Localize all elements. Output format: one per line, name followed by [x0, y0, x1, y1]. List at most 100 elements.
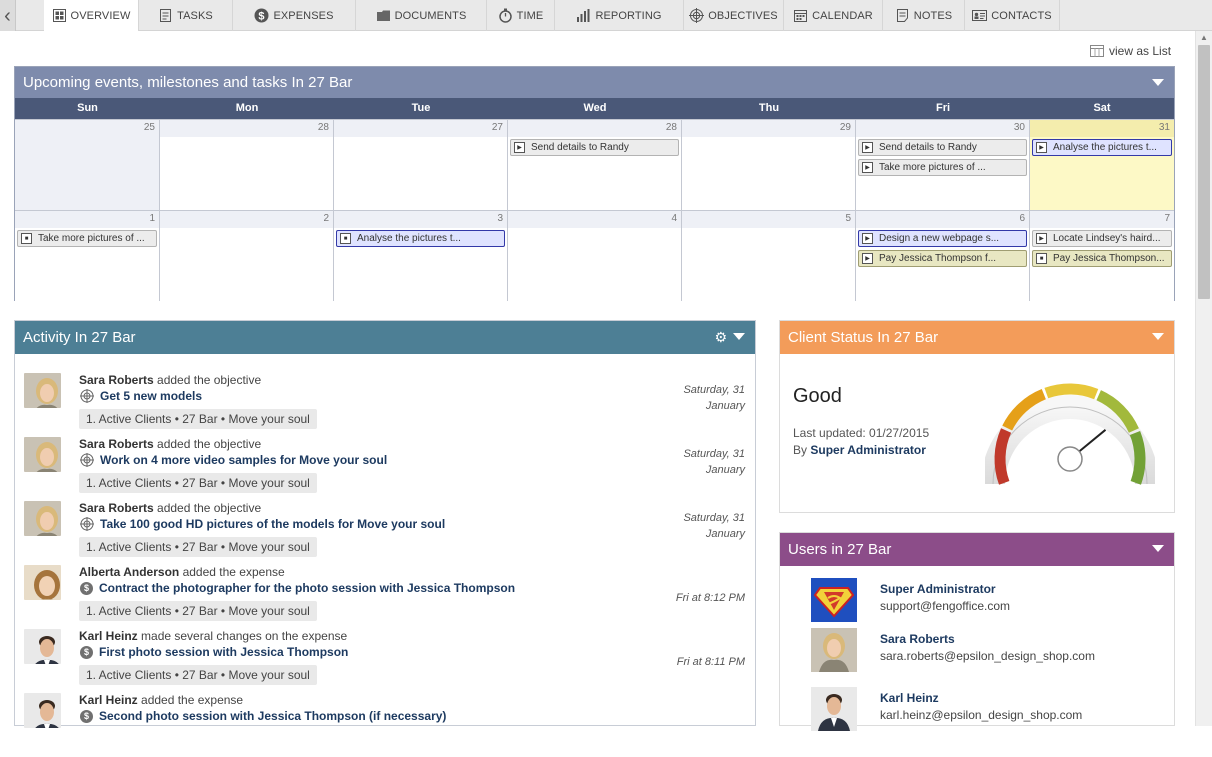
workspace-breadcrumb-tag[interactable]: 1. Active Clients • 27 Bar • Move your s…: [79, 409, 317, 429]
activity-date-line: January: [705, 464, 745, 476]
activity-object-link[interactable]: Work on 4 more video samples for Move yo…: [80, 453, 387, 467]
avatar[interactable]: [24, 629, 61, 664]
calendar-day-cell[interactable]: 3 ■ Analyse the pictures t...: [334, 211, 508, 301]
avatar[interactable]: [811, 628, 857, 672]
calendar-event-label: Take more pictures of ...: [38, 233, 145, 244]
collapse-caret-icon[interactable]: [1152, 333, 1164, 340]
updated-by-user-link[interactable]: Super Administrator: [810, 443, 926, 457]
activity-user-link[interactable]: Karl Heinz: [79, 693, 138, 707]
workspace-breadcrumb-tag[interactable]: 1. Active Clients • 27 Bar • Move your s…: [79, 601, 317, 621]
user-name-link[interactable]: Karl Heinz: [880, 691, 939, 705]
calendar-event[interactable]: ▶ Pay Jessica Thompson f...: [858, 250, 1027, 267]
day-number: 7: [1164, 213, 1170, 224]
calendar-event-label: Take more pictures of ...: [879, 162, 986, 173]
user-name-link[interactable]: Sara Roberts: [880, 632, 955, 646]
tab-tasks[interactable]: TASKS: [139, 0, 233, 31]
activity-title: Activity In 27 Bar: [23, 329, 136, 346]
workspace-breadcrumb-tag[interactable]: 1. Active Clients • 27 Bar • Move your s…: [79, 537, 317, 557]
calendar-day-cell[interactable]: 7 ▶ Locate Lindsey's haird... ■ Pay Jessica …: [1030, 211, 1174, 301]
calendar-event[interactable]: ▶ Send details to Randy: [510, 139, 679, 156]
tab-contacts[interactable]: CONTACTS: [965, 0, 1060, 31]
day-number-bar: 30: [856, 120, 1029, 137]
calendar-grid: 25 28 27 28 ▶ Send details to Randy 29 30 ▶ Send …: [15, 119, 1174, 301]
tab-reporting[interactable]: REPORTING: [555, 0, 684, 31]
workspace-breadcrumb-tag[interactable]: 1. Active Clients • 27 Bar • Move your s…: [79, 665, 317, 685]
by-label: By: [793, 443, 808, 457]
tab-overview[interactable]: OVERVIEW: [44, 0, 139, 31]
activity-object-name: Get 5 new models: [100, 389, 203, 403]
view-as-list-link[interactable]: view as List: [1090, 44, 1171, 58]
calendar-day-cell[interactable]: 6 ▶ Design a new webpage s... ▶ Pay Jessica …: [856, 211, 1030, 301]
day-number-bar: 25: [15, 120, 159, 137]
activity-date-line: Fri at 8:11 PM: [676, 656, 745, 668]
calendar-day-cell[interactable]: 4: [508, 211, 682, 301]
activity-widget: Activity In 27 Bar ⚙ Sara Roberts added …: [14, 320, 756, 728]
tab-calendar[interactable]: CALENDAR: [784, 0, 883, 31]
calendar-event[interactable]: ▶ Send details to Randy: [858, 139, 1027, 156]
svg-text:$: $: [259, 11, 265, 23]
calendar-widget: Upcoming events, milestones and tasks In…: [14, 66, 1175, 301]
day-number: 31: [1158, 122, 1170, 133]
task-play-icon: ▶: [862, 142, 873, 153]
avatar[interactable]: [811, 687, 857, 731]
avatar[interactable]: [811, 578, 857, 622]
collapse-caret-icon[interactable]: [733, 333, 745, 340]
tab-documents[interactable]: DOCUMENTS: [356, 0, 487, 31]
calendar-day-cell[interactable]: 28 ▶ Send details to Randy: [508, 120, 682, 210]
calendar-day-cell[interactable]: 25: [15, 120, 160, 210]
calendar-day-cell[interactable]: 31 ▶ Analyse the pictures t...: [1030, 120, 1174, 210]
avatar[interactable]: [24, 693, 61, 728]
calendar-event-label: Analyse the pictures t...: [1053, 142, 1157, 153]
avatar[interactable]: [24, 501, 61, 536]
calendar-day-cell[interactable]: 1 ■ Take more pictures of ...: [15, 211, 160, 301]
scroll-up-arrow-icon[interactable]: ▲: [1196, 33, 1212, 43]
contact-card-icon: [972, 8, 988, 23]
calendar-day-cell[interactable]: 30 ▶ Send details to Randy ▶ Take more pictu…: [856, 120, 1030, 210]
calendar-event[interactable]: ■ Take more pictures of ...: [17, 230, 157, 247]
task-play-icon: ▶: [862, 162, 873, 173]
activity-item: Karl Heinz made several changes on the e…: [24, 629, 749, 693]
task-play-icon: ▶: [1036, 142, 1047, 153]
calendar-day-cell[interactable]: 29: [682, 120, 856, 210]
activity-user-link[interactable]: Sara Roberts: [79, 437, 154, 451]
tab-notes[interactable]: NOTES: [883, 0, 965, 31]
activity-object-link[interactable]: Take 100 good HD pictures of the models …: [80, 517, 445, 531]
tab-expenses[interactable]: $ EXPENSES: [233, 0, 356, 31]
tab-objectives[interactable]: OBJECTIVES: [684, 0, 784, 31]
back-button[interactable]: ‹: [0, 0, 16, 31]
vertical-scrollbar[interactable]: ▲: [1195, 31, 1212, 726]
activity-action-text: added the objective: [153, 437, 262, 451]
activity-object-link[interactable]: Get 5 new models: [80, 389, 202, 403]
activity-date: Saturday, 31 January: [655, 382, 745, 414]
calendar-event[interactable]: ■ Pay Jessica Thompson...: [1032, 250, 1172, 267]
calendar-event[interactable]: ▶ Take more pictures of ...: [858, 159, 1027, 176]
calendar-day-cell[interactable]: 2: [160, 211, 334, 301]
calendar-day-cell[interactable]: 27: [334, 120, 508, 210]
activity-user-link[interactable]: Karl Heinz: [79, 629, 138, 643]
scroll-thumb[interactable]: [1198, 45, 1210, 299]
day-number: 27: [491, 122, 503, 133]
workspace-breadcrumb-tag[interactable]: 1. Active Clients • 27 Bar • Move your s…: [79, 473, 317, 493]
calendar-event[interactable]: ■ Analyse the pictures t...: [336, 230, 505, 247]
activity-user-link[interactable]: Sara Roberts: [79, 373, 154, 387]
collapse-caret-icon[interactable]: [1152, 79, 1164, 86]
expense-icon: $: [80, 709, 93, 723]
activity-date-line: Saturday, 31: [683, 512, 745, 524]
activity-object-link[interactable]: $ Second photo session with Jessica Thomp…: [80, 709, 446, 723]
activity-user-link[interactable]: Sara Roberts: [79, 501, 154, 515]
collapse-caret-icon[interactable]: [1152, 545, 1164, 552]
activity-object-link[interactable]: $ First photo session with Jessica Thomps…: [80, 645, 348, 659]
user-name-link[interactable]: Super Administrator: [880, 582, 996, 596]
tab-time[interactable]: TIME: [487, 0, 555, 31]
avatar[interactable]: [24, 437, 61, 472]
calendar-event[interactable]: ▶ Design a new webpage s...: [858, 230, 1027, 247]
avatar[interactable]: [24, 373, 61, 408]
avatar[interactable]: [24, 565, 61, 600]
calendar-event[interactable]: ▶ Locate Lindsey's haird...: [1032, 230, 1172, 247]
activity-object-link[interactable]: $ Contract the photographer for the photo…: [80, 581, 515, 595]
calendar-day-cell[interactable]: 28: [160, 120, 334, 210]
activity-user-link[interactable]: Alberta Anderson: [79, 565, 179, 579]
gear-icon[interactable]: ⚙: [714, 329, 727, 346]
calendar-event[interactable]: ▶ Analyse the pictures t...: [1032, 139, 1172, 156]
calendar-day-cell[interactable]: 5: [682, 211, 856, 301]
